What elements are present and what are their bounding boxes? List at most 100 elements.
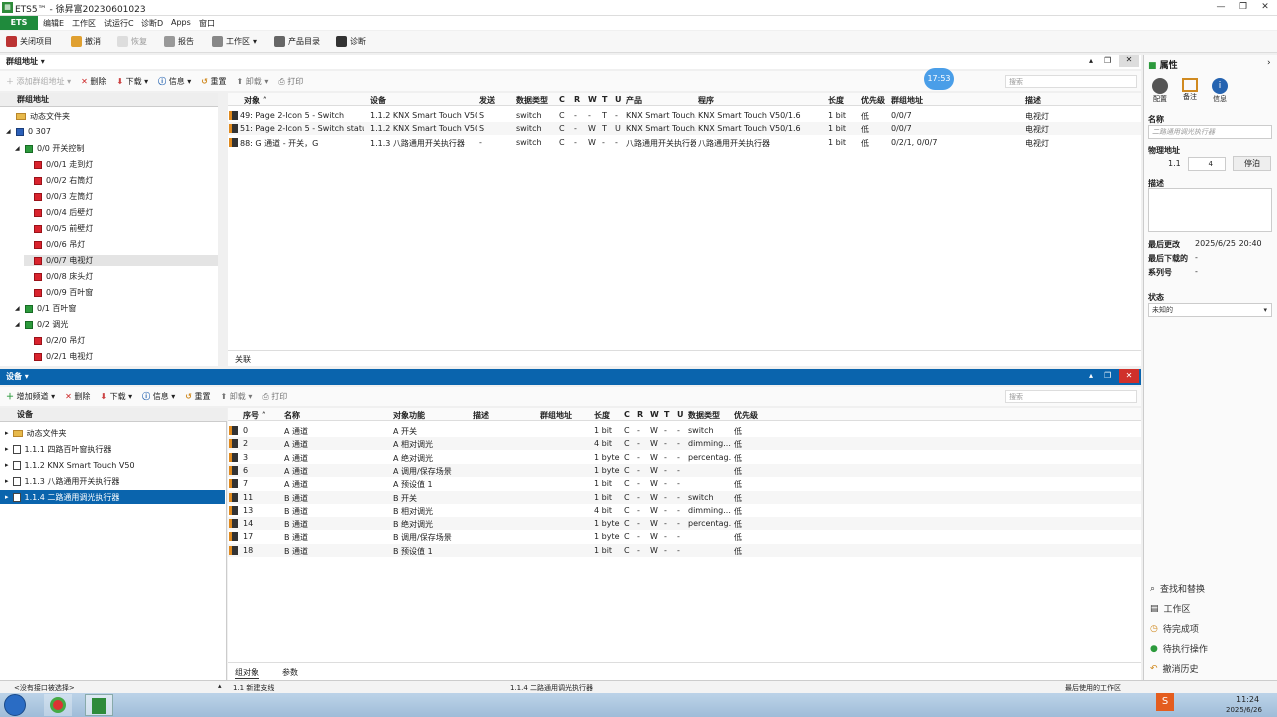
ga-panel-close[interactable]: ✕ <box>1119 55 1139 67</box>
dev-search-input[interactable]: 搜索 <box>1005 390 1137 403</box>
table-row[interactable]: 17 B 通道 B 调用/保存场景 1 byte C - W - - 低 <box>228 530 1141 544</box>
ga-tree-item[interactable]: 0/0/1 走到灯 <box>24 159 93 170</box>
workspace-action[interactable]: ▤ 工作区 <box>1150 602 1191 616</box>
tab-group-objects[interactable]: 组对象 <box>235 667 259 679</box>
expand-arrow-icon[interactable]: ▸ <box>5 445 9 453</box>
dev-download-button[interactable]: ⬇ 下载 ▾ <box>100 391 132 402</box>
ga-panel-title[interactable]: 群组地址 ▾ <box>0 55 1141 69</box>
table-row[interactable]: 11 B 通道 B 开关 1 bit C - W - - switch 低 <box>228 490 1141 504</box>
ga-tree-item[interactable]: 0/0/5 前壁灯 <box>24 223 93 234</box>
ets-menu-button[interactable]: ETS <box>0 16 38 30</box>
ga-tree-item[interactable]: ◢ 0/0 开关控制 <box>15 143 84 154</box>
ga-tree-item[interactable]: ◢ 0/2 调光 <box>15 319 68 330</box>
start-button[interactable] <box>4 694 26 716</box>
ime-icon[interactable]: S <box>1156 693 1174 711</box>
ga-tree-item[interactable]: ◢ 0 307 <box>6 127 51 136</box>
ga-delete-button[interactable]: ✕ 删除 <box>81 76 106 87</box>
interface-status[interactable]: <没有接口被选择> <box>14 683 75 693</box>
ga-search-input[interactable]: 搜索 <box>1005 75 1137 88</box>
column-header[interactable]: 描述 <box>1025 95 1041 106</box>
menu-apps[interactable]: Apps <box>171 18 191 27</box>
devices-panel-maximize[interactable]: ❐ <box>1104 371 1111 380</box>
device-tree-item[interactable]: ▸ 1.1.2 KNX Smart Touch V50 <box>0 458 135 472</box>
table-row[interactable]: 7A 通道 A 预设值 11 bit C - W - - 低 <box>228 477 1141 491</box>
column-header[interactable]: W <box>650 410 659 419</box>
table-row[interactable]: 18 B 通道 B 预设值 11 bit C - W - - 低 <box>228 543 1141 557</box>
column-header[interactable]: 名称 <box>284 410 300 421</box>
devices-panel-minimize[interactable]: ▴ <box>1089 371 1093 380</box>
device-tree-item[interactable]: ▸ 1.1.1 四路百叶窗执行器 <box>0 442 111 456</box>
table-row[interactable]: 13 B 通道 B 相对调光 4 bit C - W - - dimming... 低 <box>228 503 1141 517</box>
column-header[interactable]: 数据类型 <box>688 410 720 421</box>
column-header[interactable]: 发送 <box>479 95 495 106</box>
table-row[interactable]: 51: Page 2-Icon 5 - Switch status 1.1.2 K… <box>228 122 1141 136</box>
pending-ops-action[interactable]: ● 待执行操作 <box>1150 642 1208 656</box>
ga-tree-item[interactable]: 0/0/4 后壁灯 <box>24 207 93 218</box>
ga-tree-scrollbar[interactable] <box>218 93 227 366</box>
column-header[interactable]: R <box>574 95 580 104</box>
table-row[interactable]: 2A 通道 A 相对调光 4 bit C - W - - dimming... 低 <box>228 437 1141 451</box>
menu-edit[interactable]: 编辑E <box>43 18 64 29</box>
tab-config[interactable]: 配置 <box>1150 78 1170 104</box>
column-header[interactable]: 对象功能 <box>393 410 425 421</box>
workspace-button[interactable]: 工作区 ▾ <box>212 36 257 47</box>
column-header[interactable]: 设备 <box>370 95 386 106</box>
column-header[interactable]: 对象 ˄ <box>244 95 267 106</box>
table-row[interactable]: 14 B 通道 B 绝对调光 1 byte C - W - - percentag... 低 <box>228 517 1141 531</box>
devices-tree-header[interactable]: 设备 <box>0 408 227 422</box>
tab-parameters[interactable]: 参数 <box>282 667 298 678</box>
dev-print-button[interactable]: ⎙ 打印 <box>262 391 287 402</box>
taskbar-ets[interactable] <box>85 694 113 716</box>
find-replace-action[interactable]: ⌕ 查找和替换 <box>1150 582 1205 596</box>
menu-workspace[interactable]: 工作区 <box>72 18 96 29</box>
undo-button[interactable]: 撤消 <box>71 36 101 47</box>
column-header[interactable]: R <box>637 410 643 419</box>
column-header[interactable]: 长度 <box>594 410 610 421</box>
dev-delete-button[interactable]: ✕ 删除 <box>65 391 90 402</box>
ga-tree-item[interactable]: 0/0/6 吊灯 <box>24 239 85 250</box>
column-header[interactable]: 优先级 <box>861 95 885 106</box>
device-tree-item[interactable]: ▸ 1.1.3 八路通用开关执行器 <box>0 474 119 488</box>
diagnostics-button[interactable]: 诊断 <box>336 36 366 47</box>
expand-arrow-icon[interactable]: ◢ <box>15 305 21 312</box>
taskbar-chrome[interactable] <box>44 694 72 716</box>
ga-panel-minimize[interactable]: ▴ <box>1089 56 1093 65</box>
ga-print-button[interactable]: ⎙ 打印 <box>278 76 303 87</box>
ga-tree-item[interactable]: ◢ 0/1 百叶窗 <box>15 303 76 314</box>
table-row[interactable]: 0A 通道 A 开关 1 bit C - W - - switch 低 <box>228 424 1141 437</box>
column-header[interactable]: T <box>664 410 669 419</box>
column-header[interactable]: 程序 <box>698 95 714 106</box>
redo-button[interactable]: 恢复 <box>117 36 147 47</box>
ga-tree-item[interactable]: 0/0/9 百叶窗 <box>24 287 93 298</box>
ga-tree-item[interactable]: 0/2/1 电视灯 <box>24 351 93 362</box>
expand-arrow-icon[interactable]: ◢ <box>6 128 12 135</box>
report-button[interactable]: 报告 <box>164 36 194 47</box>
expand-arrow-icon[interactable]: ▸ <box>5 477 9 485</box>
tab-info[interactable]: i 信息 <box>1210 78 1230 104</box>
table-row[interactable]: 3A 通道 A 绝对调光 1 byte C - W - - percentag... 低 <box>228 450 1141 464</box>
column-header[interactable]: 长度 <box>828 95 844 106</box>
close-window-button[interactable]: ✕ <box>1258 1 1272 14</box>
ga-tree-item[interactable]: 0/0/7 电视灯 <box>24 255 218 266</box>
column-header[interactable]: T <box>602 95 607 104</box>
minimize-button[interactable]: — <box>1214 1 1228 14</box>
status-select[interactable]: 未知的 ▾ <box>1148 303 1272 317</box>
maximize-button[interactable]: ❐ <box>1236 1 1250 14</box>
name-input[interactable]: 二路通用调光执行器 <box>1148 125 1272 139</box>
menu-window[interactable]: 窗口 <box>199 18 215 29</box>
column-header[interactable]: W <box>588 95 597 104</box>
ga-download-button[interactable]: ⬇ 下载 ▾ <box>116 76 148 87</box>
ga-unload-button[interactable]: ⬆ 卸载 ▾ <box>237 76 269 87</box>
interface-dropdown-icon[interactable]: ▴ <box>218 682 222 690</box>
close-project-button[interactable]: 关闭项目 <box>6 36 52 47</box>
ga-info-button[interactable]: ⓘ 信息 ▾ <box>158 76 191 87</box>
column-header[interactable]: 描述 <box>473 410 489 421</box>
expand-arrow-icon[interactable]: ◢ <box>15 321 21 328</box>
table-row[interactable]: 6A 通道 A 调用/保存场景 1 byte C - W - - 低 <box>228 463 1141 477</box>
add-channel-button[interactable]: ＋ 增加频道 ▾ <box>6 391 55 402</box>
device-tree-item[interactable]: ▸ 动态文件夹 <box>0 426 67 440</box>
ga-tree-item[interactable]: 0/0/3 左筒灯 <box>24 191 93 202</box>
column-header[interactable]: 产品 <box>626 95 642 106</box>
table-row[interactable]: 88: G 通道 - 开关，G 1.1.3 八路通用开关执行器 - switch C - W… <box>228 135 1141 149</box>
expand-arrow-icon[interactable]: ◢ <box>15 145 21 152</box>
